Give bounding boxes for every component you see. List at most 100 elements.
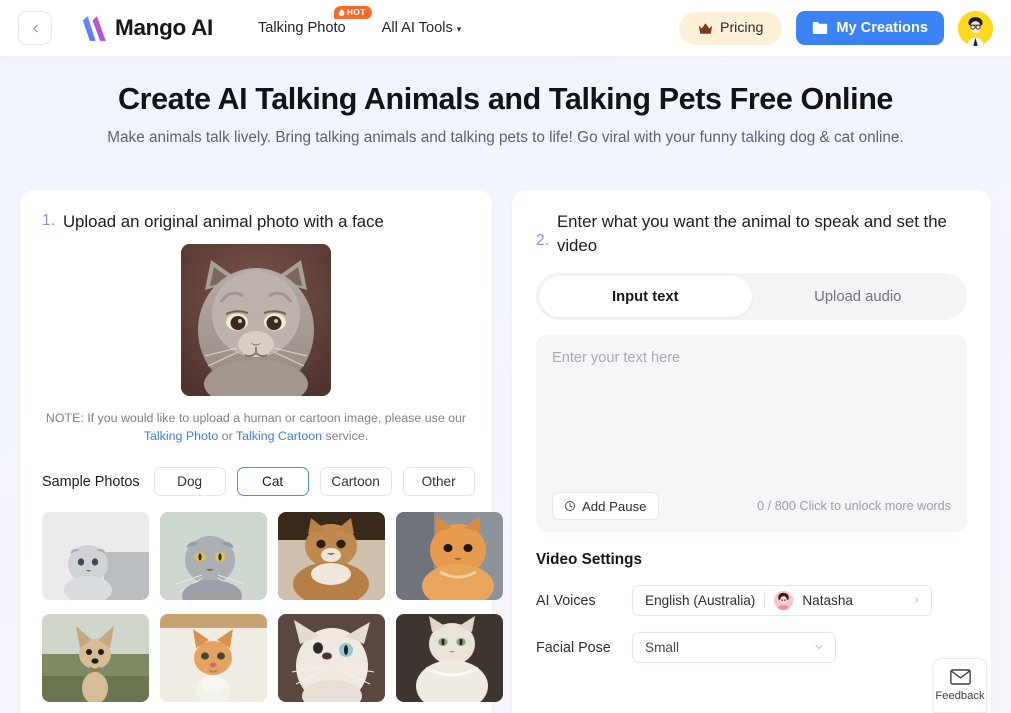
my-creations-button[interactable]: My Creations [796, 11, 944, 45]
sample-thumb-2[interactable] [278, 512, 385, 601]
hot-badge-label: HOT [346, 7, 366, 17]
upload-panel: 1. Upload an original animal photo with … [20, 190, 503, 713]
chevron-down-icon: ▾ [456, 23, 462, 34]
hot-badge: HOT [333, 6, 372, 19]
sample-thumb-5[interactable] [160, 614, 267, 703]
note-prefix: NOTE: If you would like to upload a huma… [45, 410, 467, 425]
chevron-down-icon [813, 641, 825, 655]
video-settings-title: Video Settings [536, 551, 642, 569]
upload-note: NOTE: If you would like to upload a huma… [42, 410, 470, 446]
my-creations-label: My Creations [836, 20, 928, 36]
add-pause-label: Add Pause [582, 498, 647, 514]
chevron-left-icon [32, 24, 38, 32]
mango-logo-icon [82, 15, 106, 41]
chevron-right-icon [912, 594, 921, 608]
step-title: Enter what you want the animal to speak … [556, 212, 947, 255]
crown-icon [698, 22, 713, 34]
white-fluffy-cat-looking-up-image [278, 614, 385, 703]
sample-thumb-4[interactable] [42, 614, 149, 703]
sample-photos-label: Sample Photos [42, 473, 140, 490]
tab-upload-audio[interactable]: Upload audio [752, 276, 965, 317]
logo-text: Mango AI [115, 15, 214, 40]
feedback-label: Feedback [935, 690, 985, 702]
ai-voices-row: AI Voices English (Australia) Natasha [536, 585, 967, 617]
ginger-kitten-looking-up-image [160, 614, 267, 703]
chihuahua-dog-tan-image [42, 614, 149, 703]
step-number: 1. [42, 212, 55, 229]
ai-voices-label: AI Voices [536, 592, 596, 609]
sample-thumb-3[interactable] [396, 512, 503, 601]
tab-label: Input text [611, 288, 679, 305]
sample-thumb-7[interactable] [396, 614, 503, 703]
voice-avatar-icon [774, 591, 794, 611]
ai-voices-language: English (Australia) [645, 593, 756, 609]
talking-cartoon-link[interactable]: Talking Cartoon [236, 429, 322, 443]
pricing-button[interactable]: Pricing [678, 11, 783, 45]
add-pause-button[interactable]: Add Pause [552, 492, 659, 521]
chip-label: Other [421, 474, 456, 490]
textarea-footer: Add Pause 0 / 800 Click to unlock more w… [552, 492, 951, 521]
textarea-placeholder: Enter your text here [552, 350, 681, 367]
tab-input-text[interactable]: Input text [539, 276, 752, 318]
step-number: 2. [536, 232, 549, 249]
pricing-label: Pricing [719, 20, 764, 36]
facial-pose-select[interactable]: Small [632, 632, 836, 664]
back-button[interactable] [18, 11, 52, 45]
chip-label: Cat [262, 474, 284, 490]
folder-icon [813, 22, 828, 34]
scottish-fold-kitten-grey-image [42, 512, 149, 601]
feedback-button[interactable]: Feedback [933, 658, 987, 713]
logo-link[interactable]: Mango AI [78, 15, 213, 42]
nav-item-label: All AI Tools [381, 20, 453, 36]
cat-preview-image [181, 243, 331, 396]
step-1-header: 1. Upload an original animal photo with … [42, 210, 470, 234]
scottish-fold-cat-grey-image [160, 512, 267, 601]
sample-chip-cat[interactable]: Cat [236, 467, 309, 497]
flame-icon [338, 8, 345, 17]
user-avatar-icon [958, 10, 993, 46]
nav-item-talking-photo[interactable]: Talking Photo HOT [258, 6, 372, 36]
divider [764, 592, 766, 609]
preview-container [42, 243, 470, 396]
uploaded-photo-preview[interactable] [181, 243, 331, 396]
main-nav: Talking Photo HOT All AI Tools ▾ [258, 6, 462, 36]
step-title: Upload an original animal photo with a f… [62, 212, 384, 231]
chip-label: Cartoon [331, 474, 380, 490]
persian-cat-orange-image [396, 512, 503, 601]
sample-chip-other[interactable]: Other [402, 467, 475, 497]
page-title: Create AI Talking Animals and Talking Pe… [118, 82, 893, 116]
talking-photo-link[interactable]: Talking Photo [144, 429, 218, 443]
british-shorthair-golden-image [278, 512, 385, 601]
chip-label: Dog [177, 474, 203, 490]
clock-icon [565, 501, 575, 512]
note-suffix: service. [322, 428, 369, 443]
sample-chip-dog[interactable]: Dog [153, 467, 226, 497]
step-2-header: 2. Enter what you want the animal to spe… [536, 210, 967, 257]
avatar[interactable] [958, 10, 993, 46]
voice-avatar [774, 591, 794, 611]
sample-thumb-6[interactable] [278, 614, 385, 703]
sample-thumb-0[interactable] [42, 512, 149, 601]
app-header: Mango AI Talking Photo HOT All AI Tools … [0, 0, 1011, 57]
input-mode-tabs: Input text Upload audio [536, 273, 967, 321]
sample-chip-cartoon[interactable]: Cartoon [319, 467, 392, 497]
sample-thumb-1[interactable] [160, 512, 267, 601]
page-subtitle: Make animals talk lively. Bring talking … [107, 129, 904, 147]
app-root: Mango AI Talking Photo HOT All AI Tools … [0, 0, 1011, 713]
note-mid: or [218, 428, 236, 443]
nav-item-label: Talking Photo [258, 20, 346, 36]
sample-photos-tabs: Sample Photos Dog Cat Cartoon Other [42, 467, 475, 497]
hero-section: Create AI Talking Animals and Talking Pe… [0, 57, 1011, 150]
tab-label: Upload audio [814, 288, 902, 305]
facial-pose-label: Facial Pose [536, 639, 611, 656]
header-actions: Pricing My Creations [678, 10, 993, 46]
ai-voices-select[interactable]: English (Australia) Natasha [632, 585, 932, 617]
text-settings-panel: 2. Enter what you want the animal to spe… [512, 190, 991, 713]
main-content: 1. Upload an original animal photo with … [20, 190, 991, 713]
facial-pose-value: Small [645, 640, 679, 656]
envelope-icon [949, 669, 971, 685]
nav-item-all-ai-tools[interactable]: All AI Tools ▾ [382, 20, 462, 36]
character-counter[interactable]: 0 / 800 Click to unlock more words [757, 499, 951, 513]
script-textarea[interactable]: Enter your text here Add Pause 0 / 800 C… [536, 335, 967, 533]
white-siberian-cat-image [396, 614, 503, 703]
